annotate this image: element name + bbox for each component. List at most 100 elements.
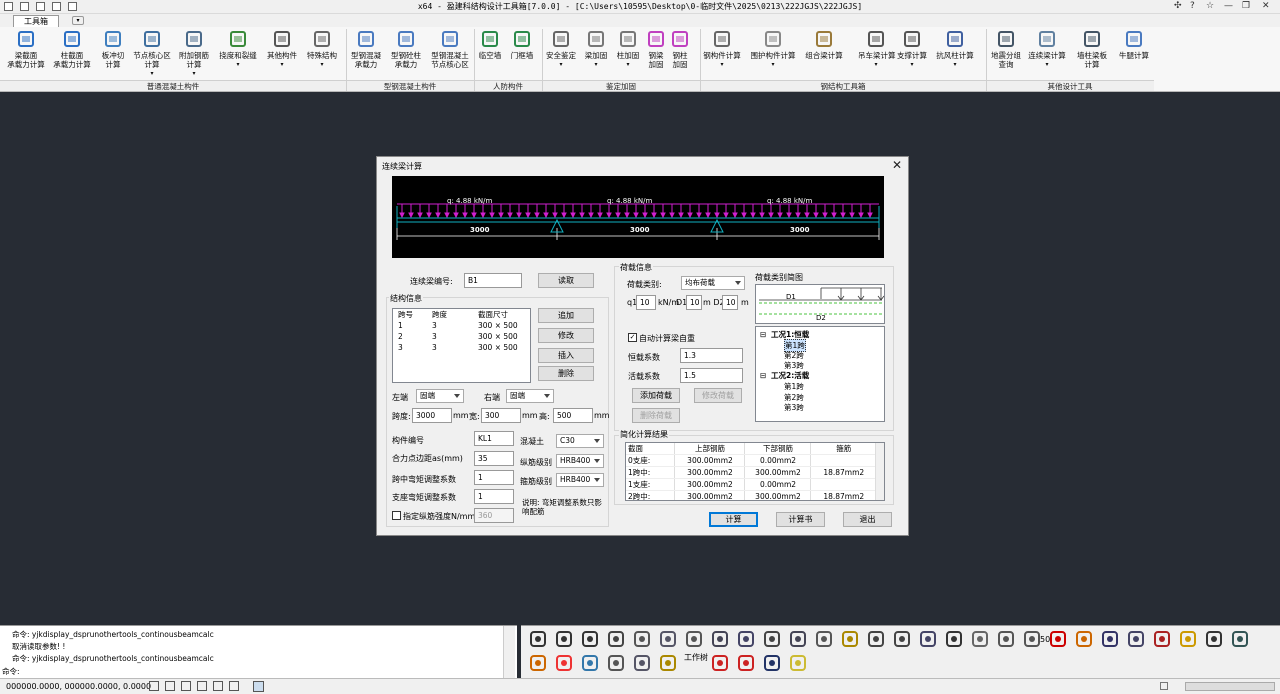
lock-icon[interactable] [658, 653, 678, 673]
area-icon[interactable] [892, 629, 912, 649]
minimize-icon[interactable]: — [1224, 1, 1233, 11]
slab-punching-button[interactable]: 板冲切 计算 [96, 29, 130, 69]
tree-expand-icon[interactable]: ⊟ [760, 330, 766, 339]
table-row[interactable]: 1 3 300 × 500 [393, 320, 518, 331]
steel-concrete-beam-button[interactable]: 型钢混凝 承载力 [346, 29, 386, 69]
zoom-extents-icon[interactable] [736, 629, 756, 649]
light-icon[interactable] [788, 653, 808, 673]
steel-column-strengthen-button[interactable]: 钢柱 加固 [668, 29, 692, 69]
member-no-input[interactable]: KL1 [474, 431, 514, 446]
dropdown-chevron-icon[interactable]: ▾ [1026, 60, 1068, 69]
dropdown-chevron-icon[interactable]: ▾ [302, 60, 342, 69]
long-bar-select[interactable]: HRB400 [556, 454, 604, 468]
mid-coef-input[interactable]: 1 [474, 470, 514, 485]
bracing-button[interactable]: 支撑计算 ▾ [894, 29, 930, 69]
tree-expand-icon[interactable]: ⊟ [760, 371, 766, 380]
width-input[interactable]: 300 [481, 408, 521, 423]
composite-beam-button[interactable]: 组合梁计算 [800, 29, 848, 60]
dimension-icon[interactable] [814, 629, 834, 649]
settings-icon[interactable]: ✣ [1174, 1, 1182, 11]
ortho-toggle-icon[interactable] [181, 681, 191, 691]
box-icon[interactable] [632, 629, 652, 649]
table-row[interactable]: 2 3 300 × 500 [393, 331, 518, 342]
crane-beam-button[interactable]: 吊车梁计算 ▾ [858, 29, 896, 69]
favorite-icon[interactable]: ☆ [1206, 1, 1214, 11]
column-strengthen-button[interactable]: 柱加固 ▾ [612, 29, 644, 69]
dropdown-chevron-icon[interactable]: ▾ [930, 60, 980, 69]
command-area[interactable]: 命令: yjkdisplay_dsprunothertools_continou… [0, 625, 517, 678]
sup-coef-input[interactable]: 1 [474, 489, 514, 504]
enclosure-member-button[interactable]: 围护构件计算 ▾ [746, 29, 800, 69]
extra-rebar-button[interactable]: 附加钢筋 计算 ▾ [174, 29, 214, 78]
command-scrollbar[interactable] [503, 626, 515, 678]
steel-beam-strengthen-button[interactable]: 钢梁 加固 [644, 29, 668, 69]
model-red2-icon[interactable] [736, 653, 756, 673]
print-icon[interactable] [606, 653, 626, 673]
camera-icon[interactable] [996, 629, 1016, 649]
mirror-icon[interactable] [580, 629, 600, 649]
render-icon[interactable] [1230, 629, 1250, 649]
beam-no-input[interactable]: B1 [464, 273, 522, 288]
joint-core-button[interactable]: 节点核心区 计算 ▾ [130, 29, 174, 78]
dropdown-chevron-icon[interactable]: ▾ [894, 60, 930, 69]
dropdown-chevron-icon[interactable]: ▾ [262, 60, 302, 69]
column-section-button[interactable]: 柱截面 承载力计算 [50, 29, 94, 69]
lineweight-toggle-icon[interactable] [253, 681, 264, 692]
deflection-crack-button[interactable]: 挠度和裂缝 ▾ [214, 29, 262, 69]
cards-icon[interactable] [1126, 629, 1146, 649]
span-input[interactable]: 3000 [412, 408, 452, 423]
grid-toggle-icon[interactable] [165, 681, 175, 691]
close-window-icon[interactable]: ✕ [1262, 1, 1270, 11]
color-wheel-icon[interactable] [554, 653, 574, 673]
copy-icon[interactable] [528, 629, 548, 649]
table-row[interactable]: 1跨中: 300.00mm2 300.00mm2 18.87mm2 [626, 466, 876, 479]
table-row[interactable]: 1支座: 300.00mm2 0.00mm2 [626, 478, 876, 491]
delete-load-button[interactable]: 删除荷载 [632, 408, 680, 423]
table-row[interactable]: 2跨中: 300.00mm2 300.00mm2 18.87mm2 [626, 490, 876, 500]
help-icon[interactable]: ? [1190, 1, 1195, 11]
stirrup-select[interactable]: HRB400 [556, 473, 604, 487]
struct-table[interactable]: 跨号 跨度 截面尺寸 1 3 300 × 500 2 3 300 × 500 3 3 300 ×… [392, 308, 531, 383]
text-icon[interactable] [944, 629, 964, 649]
seismic-group-button[interactable]: 地震分组 查询 [986, 29, 1026, 69]
exit-button[interactable]: 退出 [843, 512, 892, 527]
door-frame-wall-button[interactable]: 门框墙 [506, 29, 538, 60]
dropdown-chevron-icon[interactable]: ▾ [214, 60, 262, 69]
fy-input[interactable]: 360 [474, 508, 514, 523]
tree-case2-item[interactable]: 第3跨 [784, 402, 804, 413]
dropdown-chevron-icon[interactable]: ▾ [130, 69, 174, 78]
layout-icon[interactable] [1160, 682, 1168, 690]
other-members-button[interactable]: 其他构件 ▾ [262, 29, 302, 69]
osnap-toggle-icon[interactable] [213, 681, 223, 691]
dwg-icon[interactable] [1074, 629, 1094, 649]
height-input[interactable]: 500 [553, 408, 593, 423]
modify-load-button[interactable]: 修改荷载 [694, 388, 742, 403]
layer-icon[interactable] [580, 653, 600, 673]
dropdown-chevron-icon[interactable]: ▾ [858, 60, 894, 69]
orbit-icon[interactable] [684, 629, 704, 649]
ribbon-collapse-button[interactable]: ▾ [72, 16, 84, 25]
modify-button[interactable]: 修改 [538, 328, 594, 343]
properties-icon[interactable] [632, 653, 652, 673]
concrete-select[interactable]: C30 [556, 434, 604, 448]
teapot-icon[interactable] [788, 629, 808, 649]
d2-input[interactable]: 10 [722, 295, 738, 310]
table-row[interactable]: 3 3 300 × 500 [393, 342, 518, 353]
wall-column-beam-slab-button[interactable]: 墙柱梁板 计算 [1072, 29, 1112, 69]
load-case-tree[interactable]: ⊟ 工况1:恒载 第1跨 第2跨 第3跨 ⊟ 工况2:活载 第1跨 第2跨 第3… [755, 326, 885, 422]
wrench-icon[interactable] [970, 629, 990, 649]
zoom-window-icon[interactable] [762, 629, 782, 649]
model-red-icon[interactable] [710, 653, 730, 673]
text-box-icon[interactable] [1204, 629, 1224, 649]
pdf-icon[interactable] [1048, 629, 1068, 649]
dropdown-chevron-icon[interactable]: ▾ [174, 69, 214, 78]
steel-concrete-column-button[interactable]: 型钢砼柱 承载力 [386, 29, 426, 69]
fy-checkbox[interactable] [392, 511, 401, 520]
dialog-close-icon[interactable]: ✕ [892, 158, 902, 172]
self-weight-checkbox[interactable]: ✓ [628, 333, 637, 342]
work-tree-icon[interactable]: 工作树 [684, 653, 708, 673]
dropdown-chevron-icon[interactable]: ▾ [746, 60, 800, 69]
note-icon[interactable] [1178, 629, 1198, 649]
read-button[interactable]: 读取 [538, 273, 594, 288]
cube-icon[interactable] [606, 629, 626, 649]
